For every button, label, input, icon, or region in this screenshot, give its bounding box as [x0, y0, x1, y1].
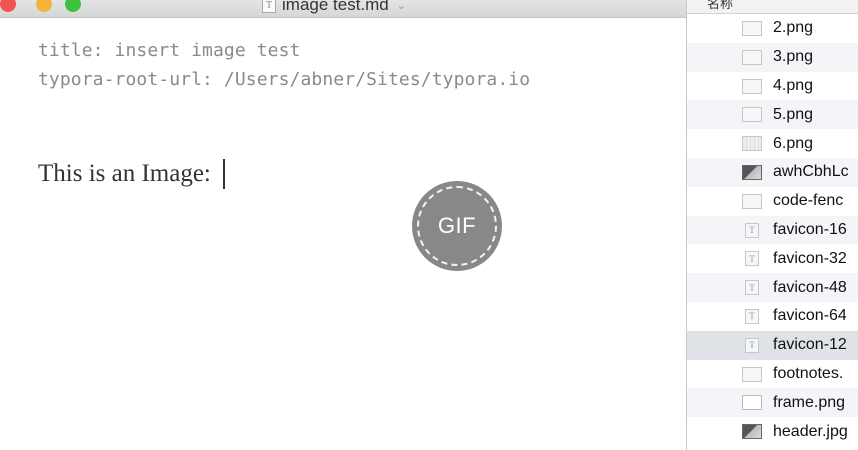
chevron-down-icon[interactable]: ⌄ [397, 0, 406, 12]
front-matter-line-title: title: insert image test [38, 40, 301, 61]
file-row-selected[interactable]: Tfavicon-12 [687, 330, 858, 360]
image-file-icon [742, 21, 762, 36]
file-name: favicon-64 [773, 307, 847, 325]
image-file-icon [742, 107, 762, 123]
file-row[interactable]: 4.png [687, 72, 858, 101]
gif-play-button[interactable]: GIF [412, 181, 502, 271]
yaml-front-matter[interactable]: title: insert image test typora-root-url:… [38, 36, 530, 94]
paragraph-text: This is an Image: [38, 160, 211, 187]
title-bar[interactable]: T image test.md ⌄ [0, 0, 686, 18]
image-file-icon [742, 49, 762, 65]
text-file-icon: T [745, 280, 759, 296]
front-matter-line-root-url: typora-root-url: /Users/abner/Sites/typo… [38, 69, 531, 90]
image-thumb-icon [742, 136, 762, 152]
file-row[interactable]: 5.png [687, 100, 858, 130]
file-row[interactable]: 3.png [687, 42, 858, 72]
markdown-document-icon: T [262, 0, 276, 13]
file-name: 5.png [773, 105, 814, 123]
file-row[interactable]: Tfavicon-64 [687, 302, 858, 331]
name-column-header[interactable]: 名称 [687, 0, 858, 14]
text-file-icon: T [745, 251, 759, 267]
text-file-icon: T [745, 222, 759, 238]
text-file-icon: T [745, 337, 759, 353]
file-name: favicon-12 [773, 336, 847, 354]
file-name: header.jpg [773, 422, 848, 440]
file-name: frame.png [773, 393, 846, 411]
file-name: awhCbhLc [773, 163, 849, 181]
file-row[interactable]: header.jpg [687, 417, 858, 446]
name-column-header-label: 名称 [707, 0, 734, 11]
file-name: 3.png [773, 48, 814, 66]
window-title-menu[interactable]: T image test.md ⌄ [262, 0, 406, 16]
file-row[interactable]: code-fenc [687, 187, 858, 216]
image-file-icon [742, 193, 762, 209]
editor-paragraph[interactable]: This is an Image: [38, 159, 225, 189]
file-list: 2.png 3.png 4.png 5.png 6.png awhCbhLc c… [687, 14, 858, 446]
image-dark-icon [742, 424, 762, 440]
finder-file-panel: 名称 2.png 3.png 4.png 5.png 6.png awhCbhL… [686, 0, 858, 450]
gif-label: GIF [437, 213, 477, 238]
minimize-window-button[interactable] [36, 0, 52, 12]
file-row[interactable]: Tfavicon-32 [687, 244, 858, 273]
file-name: favicon-48 [773, 278, 847, 296]
file-name: favicon-32 [773, 249, 847, 267]
blank-file-icon [742, 395, 762, 411]
file-row[interactable]: 2.png [687, 14, 858, 43]
file-row[interactable]: awhCbhLc [687, 157, 858, 187]
close-window-button[interactable] [0, 0, 16, 12]
image-file-icon [742, 366, 762, 382]
editor-window: T image test.md ⌄ title: insert image te… [0, 0, 686, 450]
text-cursor [222, 159, 225, 189]
file-row[interactable]: frame.png [687, 388, 858, 418]
window-title: image test.md [282, 0, 389, 14]
file-name: 4.png [773, 76, 814, 94]
text-file-icon: T [745, 308, 759, 324]
image-file-icon [742, 78, 762, 94]
file-name: 2.png [773, 19, 814, 37]
image-dark-icon [742, 164, 762, 180]
file-row[interactable]: Tfavicon-16 [687, 215, 858, 245]
file-row[interactable]: Tfavicon-48 [687, 273, 858, 302]
file-name: 6.png [773, 134, 814, 152]
file-name: favicon-16 [773, 220, 847, 238]
zoom-window-button[interactable] [65, 0, 81, 12]
file-name: footnotes. [773, 364, 844, 382]
file-row[interactable]: footnotes. [687, 360, 858, 389]
file-name: code-fenc [773, 192, 844, 210]
file-row[interactable]: 6.png [687, 129, 858, 158]
